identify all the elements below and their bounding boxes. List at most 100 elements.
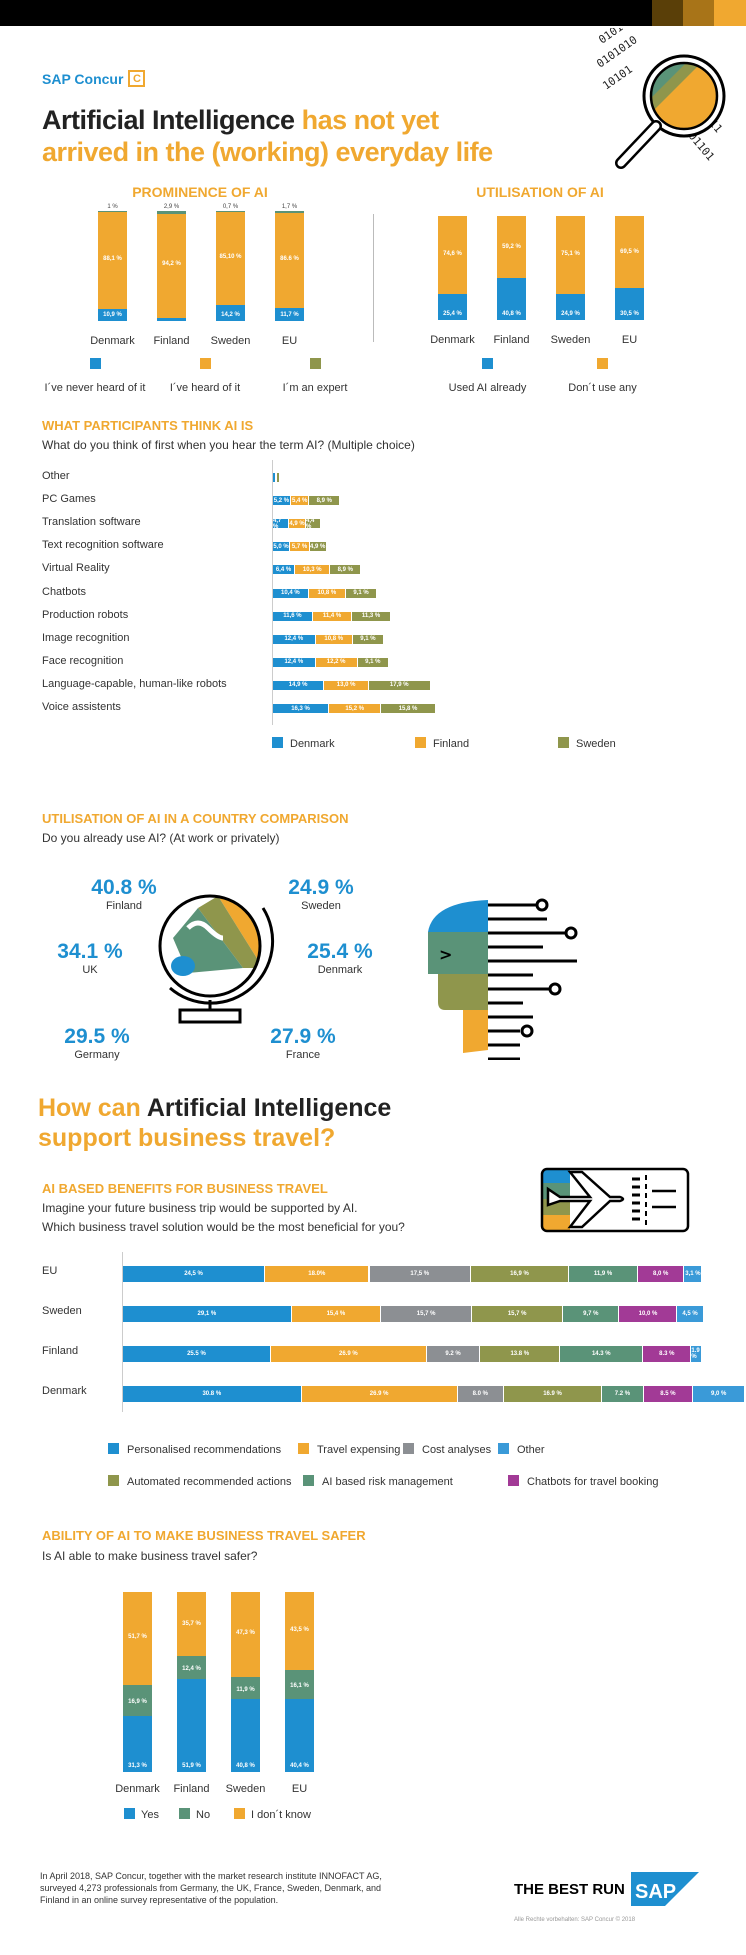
bar-segment: 2,9 % <box>157 312 186 321</box>
safer-x-axis: Denmark Finland Sweden EU <box>100 1783 340 1799</box>
think-ai-title: WHAT PARTICIPANTS THINK AI IS <box>42 418 254 433</box>
bar-segment: 15,2 % <box>329 704 382 713</box>
bar-segment: 40,8 % <box>497 277 526 320</box>
bar-segment: 8.5 % <box>643 1386 694 1402</box>
bar-segment: 10,0 % <box>619 1306 678 1322</box>
bar-stack: 10,9 % 88,1 % 1 % <box>98 204 127 321</box>
legend-label: Travel expensing <box>317 1444 401 1456</box>
bar-segment: 11,9 % <box>231 1677 260 1699</box>
color-swatch <box>683 0 714 26</box>
bar-segment: 16,9 % <box>471 1266 570 1282</box>
bar-value-label: 2,9 % <box>163 204 180 211</box>
bar-value-label: 40,8 % <box>236 1763 255 1769</box>
bar-segment: 24,5 % <box>123 1266 266 1282</box>
bar-segment: 47,3 % <box>231 1592 260 1678</box>
bar-segment: 11,3 % <box>352 611 391 621</box>
legend-swatch <box>108 1475 119 1487</box>
legend-label: I don´t know <box>251 1809 311 1821</box>
legend-item: Automated recommended actions <box>108 1472 291 1490</box>
bar-value-label: 24,9 % <box>561 311 580 317</box>
safer-subtitle: Is AI able to make business travel safer… <box>42 1549 258 1563</box>
sap-logo-icon: SAP <box>630 1872 699 1906</box>
section2-title-orange-2: support business travel? <box>38 1124 336 1152</box>
legend-item: I´ve heard of it <box>150 356 260 394</box>
section2-title-black: Artificial Intelligence <box>146 1094 392 1122</box>
footnote-line: Finland in an online survey representati… <box>40 1895 279 1905</box>
legend-swatch <box>498 1443 509 1455</box>
bar-segment: 1 % <box>98 204 127 213</box>
bar-value-label: 40,4 % <box>290 1763 309 1769</box>
bar-value-label: 11,9 % <box>236 1686 255 1693</box>
sap-logo-text: SAP <box>635 1881 676 1903</box>
bar-segment: 29,1 % <box>123 1306 292 1322</box>
section2-title-orange-1: How can <box>38 1094 141 1122</box>
category-label: Image recognition <box>42 631 130 644</box>
bar-segment: 12,4 % <box>177 1656 206 1679</box>
bar-segment: 17,9 % <box>368 680 431 690</box>
category-label: Chatbots <box>42 585 87 598</box>
legend-label: Used AI already <box>448 382 527 394</box>
color-swatch <box>714 0 746 26</box>
bar-segment: 24,9 % <box>556 294 585 320</box>
divider <box>373 214 374 342</box>
bar-value-label: 0,7 % <box>222 204 239 211</box>
bar-value-label: 12,4 % <box>182 1666 201 1673</box>
category-label: PC Games <box>42 493 96 506</box>
bar-segment: 4,9 % <box>289 519 306 529</box>
bar-value-label: 14,2 % <box>221 312 240 318</box>
legend-label: I´ve heard of it <box>169 382 241 394</box>
bar-segment: 8,9 % <box>330 565 362 575</box>
country-comparison-subtitle: Do you already use AI? (At work or priva… <box>42 831 280 845</box>
bar-value-label: 31,3 % <box>128 1763 147 1769</box>
safer-chart: 31,3 % 16,9 % 51,7 % 51,9 % 12,4 % 35,7 % 40,8… <box>100 1580 340 1780</box>
legend-label: Automated recommended actions <box>127 1476 292 1488</box>
bar-stack: 11,7 % 86.6 % 1,7 % <box>275 204 304 321</box>
page-title: Artificial Intelligence has not yet arri… <box>42 104 493 168</box>
bar-segment: 4,4 % <box>306 518 322 530</box>
bar-segment: 3,1 % <box>684 1266 703 1282</box>
bar-segment: 13.8 % <box>480 1346 561 1362</box>
legend-swatch <box>482 358 493 369</box>
legend-swatch <box>558 737 569 749</box>
bar-segment: 2,9 % <box>157 204 186 215</box>
ai-head-icon: > <box>428 898 578 1060</box>
bar-stack: 25,4 % 74,6 % <box>438 216 467 320</box>
plane-ticket-icon <box>540 1167 690 1233</box>
bar-stack: 2,9 % 94,2 % 2,9 % <box>157 204 186 321</box>
category-label: Sweden <box>42 1305 82 1317</box>
bar-segment: 10,8 % <box>315 634 353 644</box>
bar-segment: 12,2 % <box>315 657 358 667</box>
bar-segment: 4,9 % <box>309 542 327 552</box>
bar-value-label: 30,5 % <box>620 311 639 317</box>
category-label: Face recognition <box>42 654 124 667</box>
bar-segment: 51,7 % <box>123 1592 152 1686</box>
bar-segment: 11,4 % <box>312 611 353 621</box>
bar-segment: 8.3 % <box>643 1346 692 1362</box>
stat-germany: 29.5 % Germany <box>42 1025 152 1061</box>
bar-segment: 4,5 % <box>677 1306 704 1322</box>
bar-segment: 8.0 % <box>457 1386 505 1402</box>
tagline: THE BEST RUN <box>514 1880 625 1898</box>
footnote-line: surveyed 4,273 professionals from German… <box>40 1883 381 1893</box>
stat-country: Sweden <box>301 900 341 912</box>
category-label: Denmark <box>42 1385 87 1397</box>
stat-country: Denmark <box>317 964 363 976</box>
section2-title: How can Artificial Intelligence support … <box>38 1093 391 1153</box>
legend-item: Denmark <box>272 734 335 752</box>
top-bar <box>0 0 746 26</box>
stat-value: 25.4 % <box>307 940 373 963</box>
legend-label: Chatbots for travel booking <box>527 1476 659 1488</box>
bar-segment: 11,9 % <box>569 1266 639 1282</box>
legend-label: Sweden <box>576 738 616 750</box>
bar-segment: 12,4 % <box>273 657 316 667</box>
bar-segment: 94,2 % <box>157 214 186 318</box>
bar-segment: 30,5 % <box>615 288 644 320</box>
legend-item: Used AI already <box>430 356 545 394</box>
bar-segment: 9,1 % <box>357 657 389 667</box>
category-label: Virtual Reality <box>42 562 110 575</box>
bar-segment: 26.9 % <box>270 1346 427 1362</box>
category-label: Production robots <box>42 608 129 621</box>
stat-value: 34.1 % <box>57 940 123 963</box>
legend-label: Personalised recommendations <box>127 1444 282 1456</box>
legend-item: I´m an expert <box>260 356 370 394</box>
